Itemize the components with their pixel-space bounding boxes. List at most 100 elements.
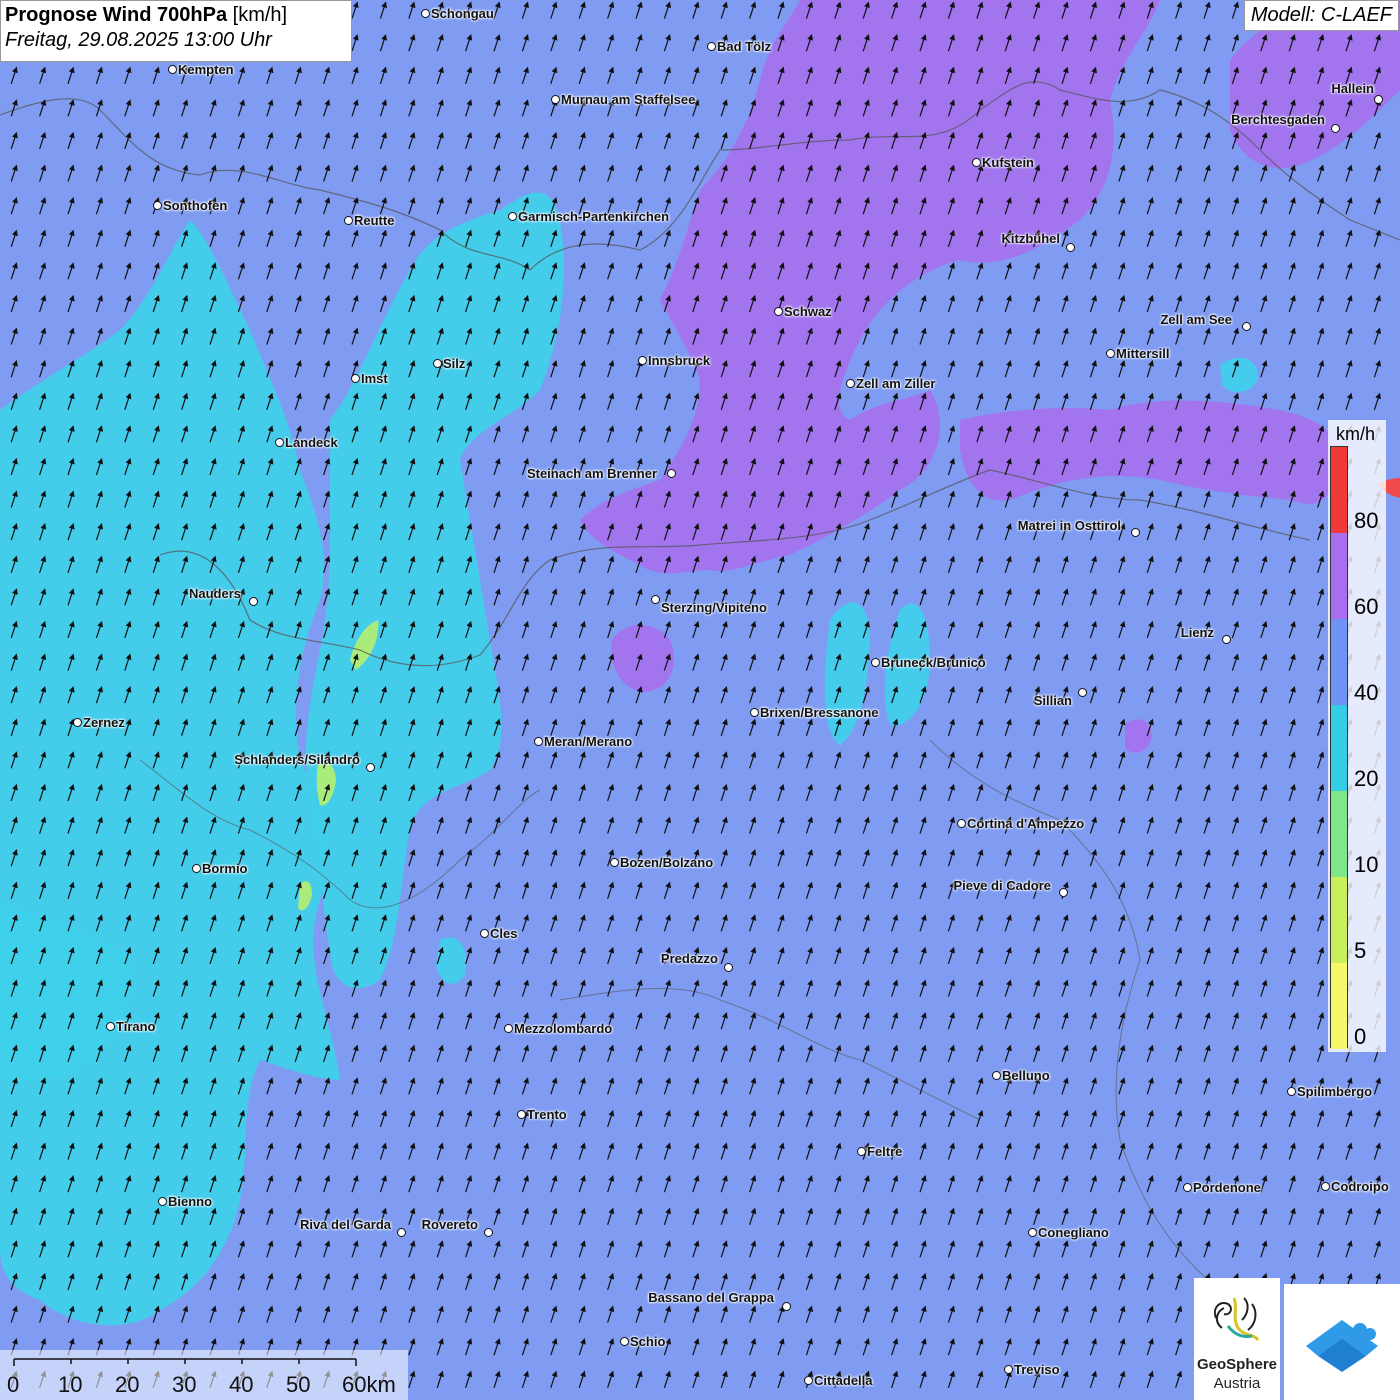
city-label: Kempten bbox=[178, 62, 234, 77]
city-dot bbox=[1131, 528, 1140, 537]
city-dot bbox=[651, 595, 660, 604]
city-label: Innsbruck bbox=[648, 353, 711, 368]
geosphere-subname: Austria bbox=[1213, 1375, 1261, 1392]
city-label: Matrei in Osttirol bbox=[1017, 518, 1121, 533]
legend-seg-60 bbox=[1331, 533, 1347, 619]
color-legend: km/h 80 60 40 20 10 5 0 bbox=[1328, 420, 1386, 1052]
city-label: Rovereto bbox=[421, 1217, 478, 1232]
city-dot bbox=[1106, 349, 1115, 358]
city-dot bbox=[846, 379, 855, 388]
city-label: Conegliano bbox=[1038, 1225, 1109, 1240]
city-dot bbox=[871, 658, 880, 667]
city-label: Riva del Garda bbox=[299, 1217, 391, 1232]
city-dot bbox=[1242, 322, 1251, 331]
legend-seg-80 bbox=[1331, 447, 1347, 533]
city-label: Silz bbox=[443, 356, 466, 371]
legend-seg-5 bbox=[1331, 877, 1347, 963]
scale-label: 60km bbox=[342, 1372, 396, 1397]
city-dot bbox=[1183, 1183, 1192, 1192]
city-label: Garmisch-Partenkirchen bbox=[518, 209, 670, 224]
city-label: Nauders bbox=[188, 586, 241, 601]
city-label: Reutte bbox=[354, 213, 395, 228]
city-dot bbox=[857, 1147, 866, 1156]
city-dot bbox=[551, 95, 560, 104]
city-label: Bienno bbox=[168, 1194, 213, 1209]
city-dot bbox=[1374, 95, 1383, 104]
city-label: Berchtesgaden bbox=[1231, 112, 1325, 127]
city-label: Zernez bbox=[83, 715, 125, 730]
city-dot bbox=[1287, 1087, 1296, 1096]
legend-tick: 20 bbox=[1354, 766, 1379, 791]
legend-seg-10 bbox=[1331, 791, 1347, 877]
city-label: Sonthofen bbox=[163, 198, 228, 213]
city-dot bbox=[620, 1337, 629, 1346]
city-label: Bruneck/Brunico bbox=[881, 655, 986, 670]
city-dot bbox=[992, 1071, 1001, 1080]
city-dot bbox=[774, 307, 783, 316]
city-dot bbox=[517, 1110, 526, 1119]
city-dot bbox=[158, 1197, 167, 1206]
legend-tick: 10 bbox=[1354, 852, 1379, 877]
scale-label: 0 bbox=[7, 1372, 20, 1397]
model-label: Modell: C-LAEF bbox=[1243, 0, 1399, 31]
city-label: Bormio bbox=[202, 861, 248, 876]
city-dot bbox=[421, 9, 430, 18]
city-label: Murnau am Staffelsee bbox=[561, 92, 696, 107]
city-dot bbox=[534, 737, 543, 746]
scale-label: 20 bbox=[115, 1372, 140, 1397]
city-dot bbox=[504, 1024, 513, 1033]
city-dot bbox=[1331, 124, 1340, 133]
city-label: Cittadella bbox=[814, 1373, 873, 1388]
city-dot bbox=[782, 1302, 791, 1311]
city-dot bbox=[433, 359, 442, 368]
scale-label: 30 bbox=[172, 1372, 197, 1397]
legend-seg-40 bbox=[1331, 619, 1347, 705]
field-20-40-blob-3 bbox=[1220, 357, 1259, 392]
city-dot bbox=[972, 158, 981, 167]
city-dot bbox=[168, 65, 177, 74]
city-dot bbox=[1028, 1228, 1037, 1237]
city-label: Lienz bbox=[1180, 625, 1214, 640]
city-label: Schwaz bbox=[784, 304, 832, 319]
scale-bar: 0 10 20 30 40 50 60km bbox=[0, 1350, 408, 1400]
app-logo bbox=[1284, 1284, 1400, 1400]
city-label: Kufstein bbox=[982, 155, 1034, 170]
city-label: Bozen/Bolzano bbox=[620, 855, 714, 870]
title-text: Prognose Wind 700hPa bbox=[5, 4, 228, 26]
city-label: Pordenone bbox=[1193, 1180, 1261, 1195]
city-label: Mezzolombardo bbox=[514, 1021, 613, 1036]
city-dot bbox=[73, 718, 82, 727]
legend-tick: 80 bbox=[1354, 508, 1379, 533]
city-label: Predazzo bbox=[660, 951, 718, 966]
legend-seg-20 bbox=[1331, 705, 1347, 791]
forecast-datetime: Freitag, 29.08.2025 13:00 Uhr bbox=[5, 29, 272, 51]
city-dot bbox=[1222, 635, 1231, 644]
city-label: Bad Tölz bbox=[717, 39, 772, 54]
scale-label: 50 bbox=[286, 1372, 311, 1397]
city-dot bbox=[275, 438, 284, 447]
city-dot bbox=[106, 1022, 115, 1031]
city-dot bbox=[804, 1376, 813, 1385]
title-unit: [km/h] bbox=[232, 4, 288, 26]
legend-tick: 40 bbox=[1354, 680, 1379, 705]
city-dot bbox=[192, 864, 201, 873]
city-label: Schio bbox=[630, 1334, 666, 1349]
city-label: Cortina d'Ampezzo bbox=[967, 816, 1085, 831]
legend-colorbar bbox=[1330, 446, 1348, 1049]
city-dot bbox=[366, 763, 375, 772]
legend-tick: 0 bbox=[1354, 1024, 1367, 1049]
city-dot bbox=[1078, 688, 1087, 697]
city-dot bbox=[667, 469, 676, 478]
city-dot bbox=[249, 597, 258, 606]
legend-seg-0 bbox=[1331, 963, 1347, 1049]
scale-label: 10 bbox=[58, 1372, 83, 1397]
city-dot bbox=[397, 1228, 406, 1237]
city-label: Schlanders/Silandro bbox=[234, 752, 360, 767]
city-dot bbox=[1004, 1365, 1013, 1374]
city-label: Landeck bbox=[285, 435, 338, 450]
city-label: Cles bbox=[490, 926, 518, 941]
city-label: Feltre bbox=[867, 1144, 903, 1159]
city-label: Mittersill bbox=[1116, 346, 1170, 361]
city-label: Zell am See bbox=[1160, 312, 1232, 327]
city-label: Zell am Ziller bbox=[856, 376, 936, 391]
